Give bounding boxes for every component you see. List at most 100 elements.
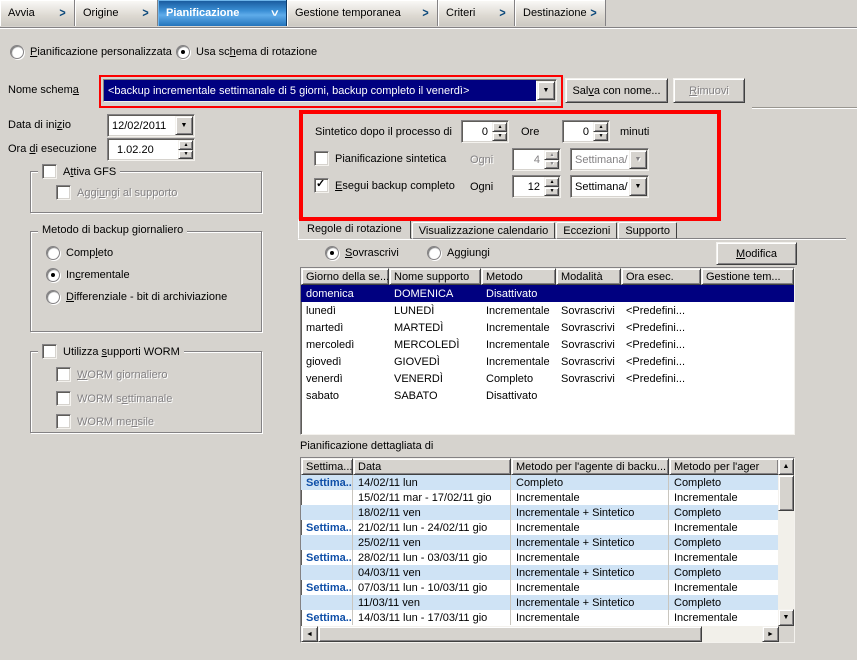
column-header-metodo-ager[interactable]: Metodo per l'ager	[669, 458, 778, 475]
scroll-left-button[interactable]: ◄	[301, 626, 318, 642]
rotation-row-domenica[interactable]: domenica DOMENICA Disattivato	[301, 285, 794, 302]
detail-row[interactable]: 18/02/11 ven Incrementale + Sintetico Co…	[301, 505, 778, 520]
worm-checkbox[interactable]: Utilizza supporti WORM	[38, 344, 184, 359]
cell-agent-method: Incrementale	[511, 580, 669, 595]
radio-method-incrementale[interactable]: Incrementale	[46, 268, 130, 282]
run-time-spinner[interactable]: 1.02.20 ▲ ▼	[107, 138, 195, 161]
column-header-data[interactable]: Data	[353, 458, 511, 475]
radio-custom-schedule[interactable]: Pianificazione personalizzata	[10, 45, 172, 59]
detail-row[interactable]: Settima... 07/03/11 lun - 10/03/11 gio I…	[301, 580, 778, 595]
cell-other-method: Incrementale	[669, 520, 778, 535]
synthetic-schedule-checkbox[interactable]: Pianificazione sintetica	[314, 151, 446, 166]
detail-row[interactable]: Settima... 14/02/11 lun Completo Complet…	[301, 475, 778, 490]
tab-label: Criteri	[446, 7, 475, 19]
cell-method: Incrementale	[481, 336, 556, 353]
radio-icon	[46, 246, 60, 260]
column-header-metodo[interactable]: Metodo	[481, 268, 556, 285]
detail-row[interactable]: Settima... 21/02/11 lun - 24/02/11 gio I…	[301, 520, 778, 535]
spin-down-button[interactable]: ▼	[544, 187, 559, 197]
cell-staging	[701, 336, 794, 353]
wizard-tab-pianificazione[interactable]: Pianificazione >	[158, 0, 287, 26]
edit-button[interactable]: Modifica	[716, 242, 797, 265]
wizard-tab-criteri[interactable]: Criteri >	[438, 0, 515, 26]
cell-method: Completo	[481, 370, 556, 387]
cell-method: Disattivato	[481, 285, 556, 302]
scroll-right-button[interactable]: ►	[762, 626, 779, 642]
wizard-tab-destinazione[interactable]: Destinazione >	[515, 0, 606, 26]
detail-row[interactable]: Settima... 14/03/11 lun - 17/03/11 gio I…	[301, 610, 778, 625]
spin-up-button[interactable]: ▲	[593, 122, 608, 132]
scheme-name-combobox[interactable]: <backup incrementale settimanale di 5 gi…	[103, 79, 557, 102]
wizard-tab-origine[interactable]: Origine >	[75, 0, 158, 26]
detail-row[interactable]: Settima... 28/02/11 lun - 03/03/11 gio I…	[301, 550, 778, 565]
rotation-row-giovedi[interactable]: giovedì GIOVEDÌ Incrementale Sovrascrivi…	[301, 353, 794, 370]
tab-label: Visualizzazione calendario	[419, 225, 548, 237]
radio-rotation-scheme[interactable]: Usa schema di rotazione	[176, 45, 317, 59]
spin-up-button[interactable]: ▲	[544, 177, 559, 187]
radio-method-completo[interactable]: Completo	[46, 246, 113, 260]
scroll-up-button[interactable]: ▲	[778, 458, 794, 475]
vertical-scroll-thumb[interactable]	[778, 475, 794, 511]
column-header-giorno[interactable]: Giorno della se...	[301, 268, 389, 285]
spin-down-button[interactable]: ▼	[593, 132, 608, 142]
horizontal-scrollbar[interactable]: ◄ ►	[301, 626, 779, 642]
spin-down-button[interactable]: ▼	[178, 150, 193, 160]
column-header-modalita[interactable]: Modalità	[556, 268, 621, 285]
radio-method-differenziale[interactable]: Differenziale - bit di archiviazione	[46, 290, 227, 304]
save-as-button[interactable]: Salva con nome...	[565, 78, 668, 103]
column-header-nome-supporto[interactable]: Nome supporto	[389, 268, 481, 285]
vertical-scroll-track[interactable]	[778, 511, 794, 609]
checkbox-checked-icon: ✓	[314, 178, 329, 193]
vertical-scrollbar[interactable]: ▲ ▼	[778, 458, 794, 626]
spin-up-button[interactable]: ▲	[178, 140, 193, 150]
spin-down-button[interactable]: ▼	[492, 132, 507, 142]
spin-up-button[interactable]: ▲	[492, 122, 507, 132]
column-header-ora-esec[interactable]: Ora esec.	[621, 268, 701, 285]
spin-down-icon: ▼	[497, 134, 502, 139]
wizard-tab-avvia[interactable]: Avvia >	[0, 0, 75, 26]
cell-agent-method: Incrementale	[511, 490, 669, 505]
column-header-metodo-agente[interactable]: Metodo per l'agente di backu...	[511, 458, 669, 475]
scroll-down-button[interactable]: ▼	[778, 609, 794, 626]
start-date-picker[interactable]: 12/02/2011 ▼	[107, 114, 195, 137]
cell-method: Incrementale	[481, 353, 556, 370]
rotation-row-sabato[interactable]: sabato SABATO Disattivato	[301, 387, 794, 404]
cell-method: Incrementale	[481, 319, 556, 336]
full-backup-unit-combobox[interactable]: Settimana/ ▼	[570, 175, 649, 198]
radio-sovrascrivi[interactable]: Sovrascrivi	[325, 246, 399, 260]
horizontal-scroll-track[interactable]	[702, 626, 762, 642]
detail-row[interactable]: 15/02/11 mar - 17/02/11 gio Incrementale…	[301, 490, 778, 505]
radio-aggiungi[interactable]: Aggiungi	[427, 246, 490, 260]
hours-unit-label: Ore	[521, 126, 539, 138]
full-backup-spinner[interactable]: 12 ▲ ▼	[512, 175, 561, 198]
detail-row[interactable]: 11/03/11 ven Incrementale + Sintetico Co…	[301, 595, 778, 610]
tab-regole-di-rotazione[interactable]: Regole di rotazione	[298, 219, 411, 239]
remove-button: Rimuovi	[673, 78, 745, 103]
full-backup-checkbox[interactable]: ✓ Esegui backup completo	[314, 178, 455, 193]
cell-agent-method: Incrementale	[511, 520, 669, 535]
dropdown-button[interactable]: ▼	[629, 177, 647, 196]
cell-other-method: Incrementale	[669, 610, 778, 625]
column-header-gestione[interactable]: Gestione tem...	[701, 268, 794, 285]
dropdown-button[interactable]: ▼	[537, 81, 555, 100]
synthetic-hours-spinner[interactable]: 0 ▲ ▼	[461, 120, 509, 143]
synthetic-minutes-spinner[interactable]: 0 ▲ ▼	[562, 120, 610, 143]
wizard-tab-gestione-temporanea[interactable]: Gestione temporanea >	[287, 0, 438, 26]
detail-schedule-grid: Settima... Data Metodo per l'agente di b…	[300, 457, 795, 643]
cell-other-method: Completo	[669, 505, 778, 520]
tab-supporto[interactable]: Supporto	[618, 222, 677, 239]
tab-visualizzazione-calendario[interactable]: Visualizzazione calendario	[412, 222, 555, 239]
calendar-dropdown-button[interactable]: ▼	[175, 116, 193, 135]
cell-mode	[556, 285, 621, 302]
detail-row[interactable]: 25/02/11 ven Incrementale + Sintetico Co…	[301, 535, 778, 550]
gfs-checkbox[interactable]: Attiva GFS	[38, 164, 120, 179]
rotation-row-mercoledi[interactable]: mercoledì MERCOLEDÌ Incrementale Sovrasc…	[301, 336, 794, 353]
rotation-row-lunedi[interactable]: lunedì LUNEDÌ Incrementale Sovrascrivi <…	[301, 302, 794, 319]
minutes-unit-label: minuti	[620, 126, 649, 138]
rotation-row-martedi[interactable]: martedì MARTEDÌ Incrementale Sovrascrivi…	[301, 319, 794, 336]
horizontal-scroll-thumb[interactable]	[318, 626, 702, 642]
column-header-settimana[interactable]: Settima...	[301, 458, 353, 475]
tab-eccezioni[interactable]: Eccezioni	[556, 222, 617, 239]
detail-row[interactable]: 04/03/11 ven Incrementale + Sintetico Co…	[301, 565, 778, 580]
rotation-row-venerdi[interactable]: venerdì VENERDÌ Completo Sovrascrivi <Pr…	[301, 370, 794, 387]
